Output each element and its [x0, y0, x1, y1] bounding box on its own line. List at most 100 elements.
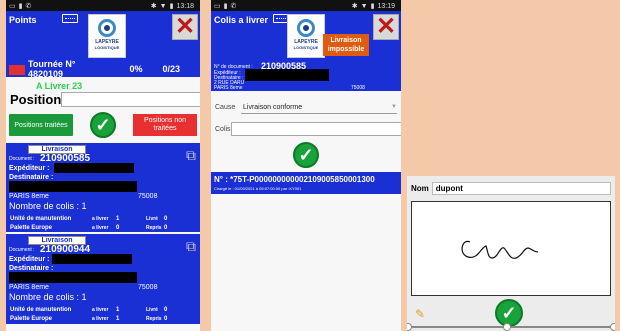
nom-input[interactable]: dupont — [431, 182, 611, 195]
row-b-value: 0 — [164, 315, 168, 322]
close-button[interactable]: ✕ — [172, 14, 198, 40]
header: Colis a livrer LAPEYRE LOGISTIQUE Livrai… — [211, 11, 401, 61]
reference-band: N° : *75T-P000000000002109005850001300 C… — [211, 172, 401, 194]
signature-pad[interactable] — [411, 201, 611, 296]
close-button[interactable]: ✕ — [373, 14, 399, 40]
position-label: Position — [10, 92, 62, 107]
doc-label: Document : — [9, 156, 35, 162]
city: PARIS 8eme — [9, 284, 49, 291]
doc-label: Document : — [9, 247, 35, 253]
gallery-icon: ▭ — [214, 2, 221, 10]
eraser-icon[interactable]: ✎ — [415, 307, 425, 321]
tour-bar: Tournée N° 4820109 0% 0/23 — [6, 59, 200, 79]
expediteur-label: Expéditeur : — [9, 165, 50, 172]
row-a-value: 1 — [116, 315, 120, 322]
colis-screen: ▭ ▮ ✆ ✱ ▼ ▮ 13:19 Colis a livrer LAPEYRE LOGI… — [211, 0, 401, 331]
colis-input[interactable] — [230, 122, 401, 136]
expediteur-label: Expéditeur : — [9, 256, 50, 263]
binoculars-icon[interactable]: ⧉ — [186, 238, 196, 255]
positions-traitees-button[interactable]: Positions traitées — [9, 114, 73, 136]
livraison-impossible-button[interactable]: Livraison impossible — [323, 34, 369, 56]
row-b-label: Repris — [146, 224, 162, 231]
row-b-label: Livré — [146, 306, 158, 313]
battery-icon: ▮ — [169, 2, 174, 10]
positions-non-traitees-button[interactable]: Positions non traitées — [133, 114, 197, 136]
cause-value: Livraison conforme — [243, 103, 303, 111]
signature-drawing — [461, 240, 539, 259]
cause-row: Cause Livraison conforme ▼ — [211, 99, 401, 116]
unit-row: Unité de manutention a livrer 1 Livré 0 — [6, 305, 200, 314]
document-band: N° de document : 210900585 Expéditeur : … — [211, 61, 401, 91]
row-a-label: a livrer — [92, 215, 109, 222]
validate-button[interactable]: ✓ — [293, 142, 319, 168]
lapeyre-logo: LAPEYRE LOGISTIQUE — [88, 14, 126, 58]
row-b-label: Livré — [146, 215, 158, 222]
status-time: 13:19 — [377, 2, 395, 10]
city: PARIS 8eme — [214, 85, 243, 91]
logo-ring-icon — [297, 19, 315, 37]
battery-icon: ▮ — [370, 2, 375, 10]
row-label: Palette Europe — [10, 224, 53, 231]
colis-count: Nombre de colis : 1 — [9, 292, 87, 302]
binoculars-icon[interactable]: ⧉ — [186, 147, 196, 164]
page-title: Colis a livrer — [214, 15, 269, 25]
logo-sub: LOGISTIQUE — [293, 45, 319, 50]
nom-label: Nom — [411, 184, 429, 193]
palette-row: Palette Europe a livrer 1 Repris 0 — [6, 314, 200, 323]
tour-count: 0/23 — [162, 64, 180, 74]
signature-toolbar: ✎ ✓ — [407, 299, 615, 331]
page-title: Points — [9, 15, 37, 25]
delivery-card[interactable]: Livraison ⧉ Document : 210900585 Expédit… — [6, 143, 200, 232]
row-label: Unité de manutention — [10, 306, 72, 313]
postal-code: 75008 — [138, 193, 158, 200]
colis-count: Nombre de colis : 1 — [9, 201, 87, 211]
slider-knob[interactable] — [503, 323, 511, 331]
redaction — [245, 69, 329, 81]
reference-number: N° : *75T-P000000000002109005850001300 — [214, 175, 375, 184]
filter-row: Positions traitées ✓ Positions non trait… — [6, 108, 200, 142]
slider-track — [407, 326, 615, 328]
redaction — [54, 163, 134, 173]
row-b-value: 0 — [164, 224, 168, 231]
slider-knob[interactable] — [610, 323, 615, 331]
bluetooth-icon: ✱ — [351, 2, 358, 10]
charge-info: Chargé le : 01/09/2021 à 05:07:00:00 par… — [214, 186, 302, 191]
phone-icon: ✆ — [25, 2, 32, 10]
signature-screen: Nom dupont ✎ ✓ — [407, 176, 615, 331]
city: PARIS 8eme — [9, 193, 49, 200]
logo-sub: LOGISTIQUE — [94, 45, 120, 50]
delivery-card[interactable]: Livraison ⧉ Document : 210900944 Expédit… — [6, 234, 200, 324]
points-screen: ▭ ▮ ✆ ✱ ▼ ▮ 13:18 Points LAPEYRE LOGISTIQUE ✕… — [6, 0, 200, 331]
cause-select[interactable]: Livraison conforme ▼ — [241, 101, 397, 114]
a-livrer-count: A Livrer 23 — [36, 81, 83, 91]
phone-icon: ✆ — [230, 2, 237, 10]
position-input[interactable] — [61, 92, 200, 107]
row-a-label: a livrer — [92, 315, 109, 322]
progress-indicator — [9, 65, 25, 75]
postal-code: 75008 — [138, 284, 158, 291]
position-row: Position — [6, 91, 200, 108]
redaction — [9, 272, 137, 283]
row-b-value: 0 — [164, 306, 168, 313]
sd-icon: ▮ — [18, 2, 23, 10]
status-bar: ▭ ▮ ✆ ✱ ▼ ▮ 13:19 — [211, 0, 401, 11]
tour-label: Tournée N° 4820109 — [28, 59, 76, 79]
wifi-icon: ▼ — [159, 2, 167, 10]
redaction — [9, 181, 137, 192]
validate-button[interactable]: ✓ — [90, 112, 116, 138]
colis-label: Colis — [215, 125, 231, 133]
row-b-value: 0 — [164, 215, 168, 222]
logo-ring-icon — [98, 19, 116, 37]
header: Points LAPEYRE LOGISTIQUE ✕ — [6, 11, 200, 61]
nom-row: Nom dupont — [407, 176, 615, 198]
unit-row: Unité de manutention a livrer 1 Livré 0 — [6, 214, 200, 223]
slider-knob[interactable] — [407, 323, 412, 331]
palette-row: Palette Europe a livrer 0 Repris 0 — [6, 223, 200, 232]
colis-row: Colis — [211, 120, 401, 138]
cause-label: Cause — [215, 104, 236, 111]
destinataire-label: Destinataire : — [9, 174, 54, 181]
row-a-value: 0 — [116, 224, 120, 231]
keyboard-icon[interactable] — [62, 14, 78, 23]
dropdown-arrow-icon: ▼ — [391, 104, 397, 110]
row-label: Unité de manutention — [10, 215, 72, 222]
